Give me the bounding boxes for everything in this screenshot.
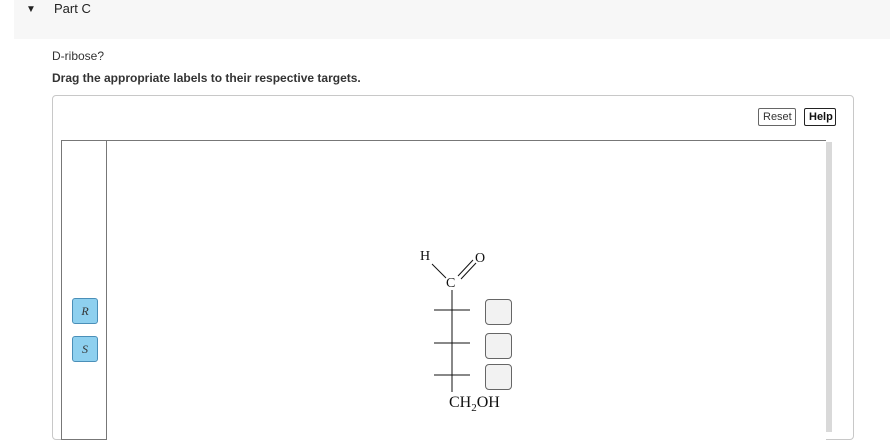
drop-target-3[interactable] <box>485 364 512 390</box>
bond-h-c <box>431 263 447 279</box>
carbonyl-c: C <box>446 276 455 291</box>
bottom-group-label: CH2OH <box>449 394 500 414</box>
aldehyde-o: O <box>475 251 485 266</box>
drop-target-1[interactable] <box>485 299 512 325</box>
fischer-projection: H O C <box>420 249 485 392</box>
bottom-group-tail: OH <box>476 394 500 411</box>
drop-target-2[interactable] <box>485 333 512 359</box>
aldehyde-h: H <box>420 249 430 264</box>
bottom-group-main: CH <box>449 394 472 411</box>
